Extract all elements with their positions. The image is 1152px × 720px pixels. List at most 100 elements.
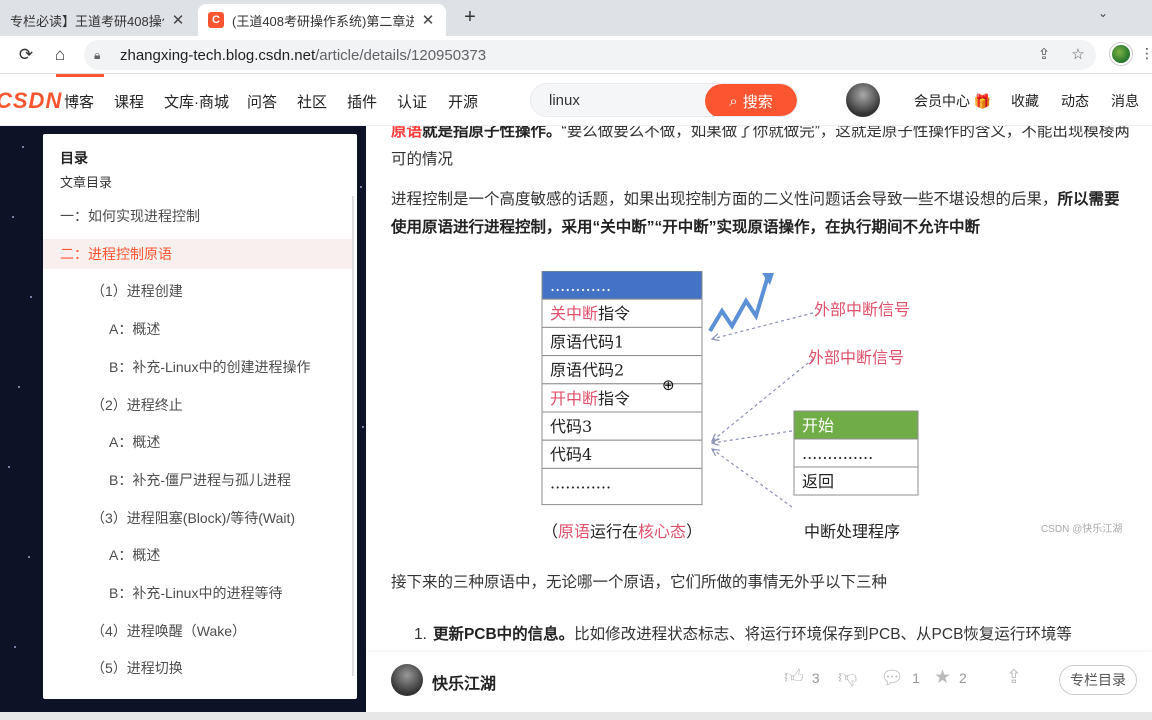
toc-item[interactable]: A：概述 xyxy=(43,540,353,570)
nav-item-blog[interactable]: 博客 xyxy=(64,91,94,112)
interrupt-label-2: 外部中断信号 xyxy=(808,348,904,367)
primitive-row-label: 原语代码2 xyxy=(550,361,624,380)
address-bar[interactable]: 🔒︎ zhangxing-tech.blog.csdn.net/article/… xyxy=(84,40,1096,70)
comment-button[interactable]: 💬︎ 1 xyxy=(880,666,920,690)
tab-title: 专栏必读】王道考研408操作系 xyxy=(10,13,164,29)
list-text: 比如修改进程状态标志、将运行环境保存到PCB、从PCB恢复运行环境等 xyxy=(574,626,1072,643)
site-header: CSDN 博客 课程 文库·商城 问答 社区 插件 认证 开源 linux ⌕ 搜… xyxy=(0,74,1152,126)
magnify-cursor-icon: ⊕ xyxy=(662,377,675,394)
member-center-link[interactable]: 会员中心 🎁 xyxy=(914,91,991,111)
handler-row-label: .............. xyxy=(802,444,873,463)
primitive-row-label: ............ xyxy=(550,473,611,492)
article-bottom-bar: 快乐江湖 👍︎ 3 👎︎ 💬︎ 1 ★ 2 ⇪ 专栏目录 xyxy=(366,652,1152,712)
favorites-link[interactable]: 收藏 xyxy=(1011,91,1039,111)
toc-item[interactable]: 一：如何实现进程控制 xyxy=(43,201,353,231)
url-path: /article/details/120950373 xyxy=(315,46,487,64)
primitive-row-label: 原语代码1 xyxy=(550,332,624,351)
bold-text: 更新PCB中的信息。 xyxy=(432,626,575,643)
toc-item[interactable]: （2）进程终止 xyxy=(43,390,353,420)
primitive-diagram: ............ 关中断指令原语代码1 原语代码2 开中断指令代码3 代码4..… xyxy=(541,271,919,541)
messages-link[interactable]: 消息 xyxy=(1111,91,1139,111)
nav-item-plugins[interactable]: 插件 xyxy=(347,91,377,112)
table-of-contents: 目录 文章目录 一：如何实现进程控制 二：进程控制原语 （1）进程创建 A：概述 B：补… xyxy=(43,134,357,699)
toc-title: 目录 xyxy=(60,150,88,166)
search-button[interactable]: ⌕ 搜索 xyxy=(705,84,797,116)
nav-item-certification[interactable]: 认证 xyxy=(397,91,427,112)
share-icon: ⇪ xyxy=(1006,667,1022,688)
browser-tab-strip: 专栏必读】王道考研408操作系 ✕ C (王道408考研操作系统)第二章进 ✕ … xyxy=(0,0,1152,36)
screen: 专栏必读】王道考研408操作系 ✕ C (王道408考研操作系统)第二章进 ✕ … xyxy=(0,0,1152,720)
comment-count: 1 xyxy=(912,670,920,686)
nav-item-community[interactable]: 社区 xyxy=(297,91,327,112)
close-tab-icon[interactable]: ✕ xyxy=(420,11,436,29)
primitive-row-label: 关中断指令 xyxy=(550,304,630,323)
browser-tab-1[interactable]: 专栏必读】王道考研408操作系 ✕ xyxy=(0,4,196,36)
activity-link[interactable]: 动态 xyxy=(1061,91,1089,111)
left-caption: （原语运行在核心态） xyxy=(542,522,702,541)
home-icon[interactable]: ⌂ xyxy=(48,43,72,67)
toc-item[interactable]: （4）进程唤醒（Wake） xyxy=(43,616,353,646)
image-watermark: CSDN @快乐江湖 xyxy=(1041,524,1123,535)
nav-item-library[interactable]: 文库·商城 xyxy=(164,91,229,112)
column-toc-button[interactable]: 专栏目录 xyxy=(1059,665,1137,695)
toc-scrollbar[interactable] xyxy=(352,196,354,676)
toc-subtitle: 文章目录 xyxy=(60,175,113,190)
paragraph-text: 进程控制是一个高度敏感的话题，如果出现控制方面的二义性问题话会导致一些不堪设想的… xyxy=(391,191,1058,208)
toc-item[interactable]: 二：进程控制原语 xyxy=(43,238,353,269)
handler-row-label: 开始 xyxy=(802,416,834,435)
list-item-1: 1. 更新PCB中的信息。比如修改进程状态标志、将运行环境保存到PCB、从PCB恢… xyxy=(414,621,1152,649)
nav-item-courses[interactable]: 课程 xyxy=(114,91,144,112)
nav-item-opensource[interactable]: 开源 xyxy=(448,91,478,112)
primitive-row-label: ............ xyxy=(550,276,611,295)
user-avatar[interactable] xyxy=(846,83,880,117)
list-number: 1. xyxy=(414,626,427,643)
paragraph-control: 进程控制是一个高度敏感的话题，如果出现控制方面的二义性问题话会导致一些不堪设想的… xyxy=(391,186,1131,242)
search-input[interactable]: linux xyxy=(549,92,580,109)
extension-globe-icon[interactable] xyxy=(1110,43,1132,65)
lock-icon: 🔒︎ xyxy=(94,47,101,62)
interrupt-label-1: 外部中断信号 xyxy=(814,300,910,319)
share-button[interactable]: ⇪ xyxy=(1006,666,1030,689)
toc-item[interactable]: （5）进程切换 xyxy=(43,653,353,683)
bookmark-star-icon[interactable]: ☆ xyxy=(1068,45,1088,65)
toc-item[interactable]: B：补充-Linux中的进程等待 xyxy=(43,578,353,608)
close-tab-icon[interactable]: ✕ xyxy=(170,11,186,29)
primitive-row-label: 开中断指令 xyxy=(550,389,630,408)
toc-item[interactable]: B：补充-Linux中的创建进程操作 xyxy=(43,352,353,382)
favorite-button[interactable]: ★ 2 xyxy=(934,666,967,689)
toc-item[interactable]: （1）进程创建 xyxy=(43,276,353,306)
csdn-logo[interactable]: CSDN xyxy=(0,88,62,114)
tab-title: (王道408考研操作系统)第二章进 xyxy=(232,13,414,29)
search-button-label: 搜索 xyxy=(742,93,773,111)
bold-text: 就是指原子性操作。 xyxy=(422,126,562,140)
url-host: zhangxing-tech.blog.csdn.net xyxy=(120,46,316,64)
article-content: 原语就是指原子性操作。“要么做要么不做，如果做了你就做完”，这就是原子性操作的含… xyxy=(366,126,1152,660)
author-avatar[interactable] xyxy=(391,664,423,696)
site-search: linux ⌕ 搜索 xyxy=(530,83,798,117)
like-button[interactable]: 👍︎ 3 xyxy=(784,666,820,689)
like-count: 3 xyxy=(811,669,820,686)
toc-item[interactable]: （3）进程阻塞(Block)/等待(Wait) xyxy=(43,503,353,533)
tab-search-chevron-icon[interactable]: ⌄ xyxy=(1098,6,1108,20)
toc-item[interactable]: A：概述 xyxy=(43,427,353,457)
new-tab-plus-icon[interactable]: + xyxy=(458,6,482,29)
thumbs-up-icon: 👍︎ xyxy=(784,667,804,688)
favorite-count: 2 xyxy=(959,669,967,686)
browser-menu-icon[interactable]: ⋮ xyxy=(1140,45,1152,62)
paragraph-three: 接下来的三种原语中，无论哪一个原语，它们所做的事情无外乎以下三种 xyxy=(391,574,888,591)
primitive-row-label: 代码4 xyxy=(550,445,592,464)
browser-tab-2-active[interactable]: C (王道408考研操作系统)第二章进 ✕ xyxy=(198,4,446,36)
reload-icon[interactable]: ⟳ xyxy=(14,43,38,67)
highlight-primitive: 原语 xyxy=(391,126,423,140)
right-caption: 中断处理程序 xyxy=(804,522,900,541)
author-name[interactable]: 快乐江湖 xyxy=(432,670,496,694)
toc-item[interactable]: B：补充-僵尸进程与孤儿进程 xyxy=(43,465,353,495)
handler-row-label: 返回 xyxy=(802,472,834,491)
share-icon[interactable]: ⇪ xyxy=(1034,45,1054,65)
dislike-button[interactable]: 👎︎ xyxy=(838,666,865,689)
primitive-row-label: 代码3 xyxy=(550,417,592,436)
star-icon: ★ xyxy=(934,667,952,688)
nav-item-qa[interactable]: 问答 xyxy=(247,91,277,112)
browser-toolbar: ⟳ ⌂ 🔒︎ zhangxing-tech.blog.csdn.net/arti… xyxy=(0,36,1152,74)
toc-item[interactable]: A：概述 xyxy=(43,314,353,344)
